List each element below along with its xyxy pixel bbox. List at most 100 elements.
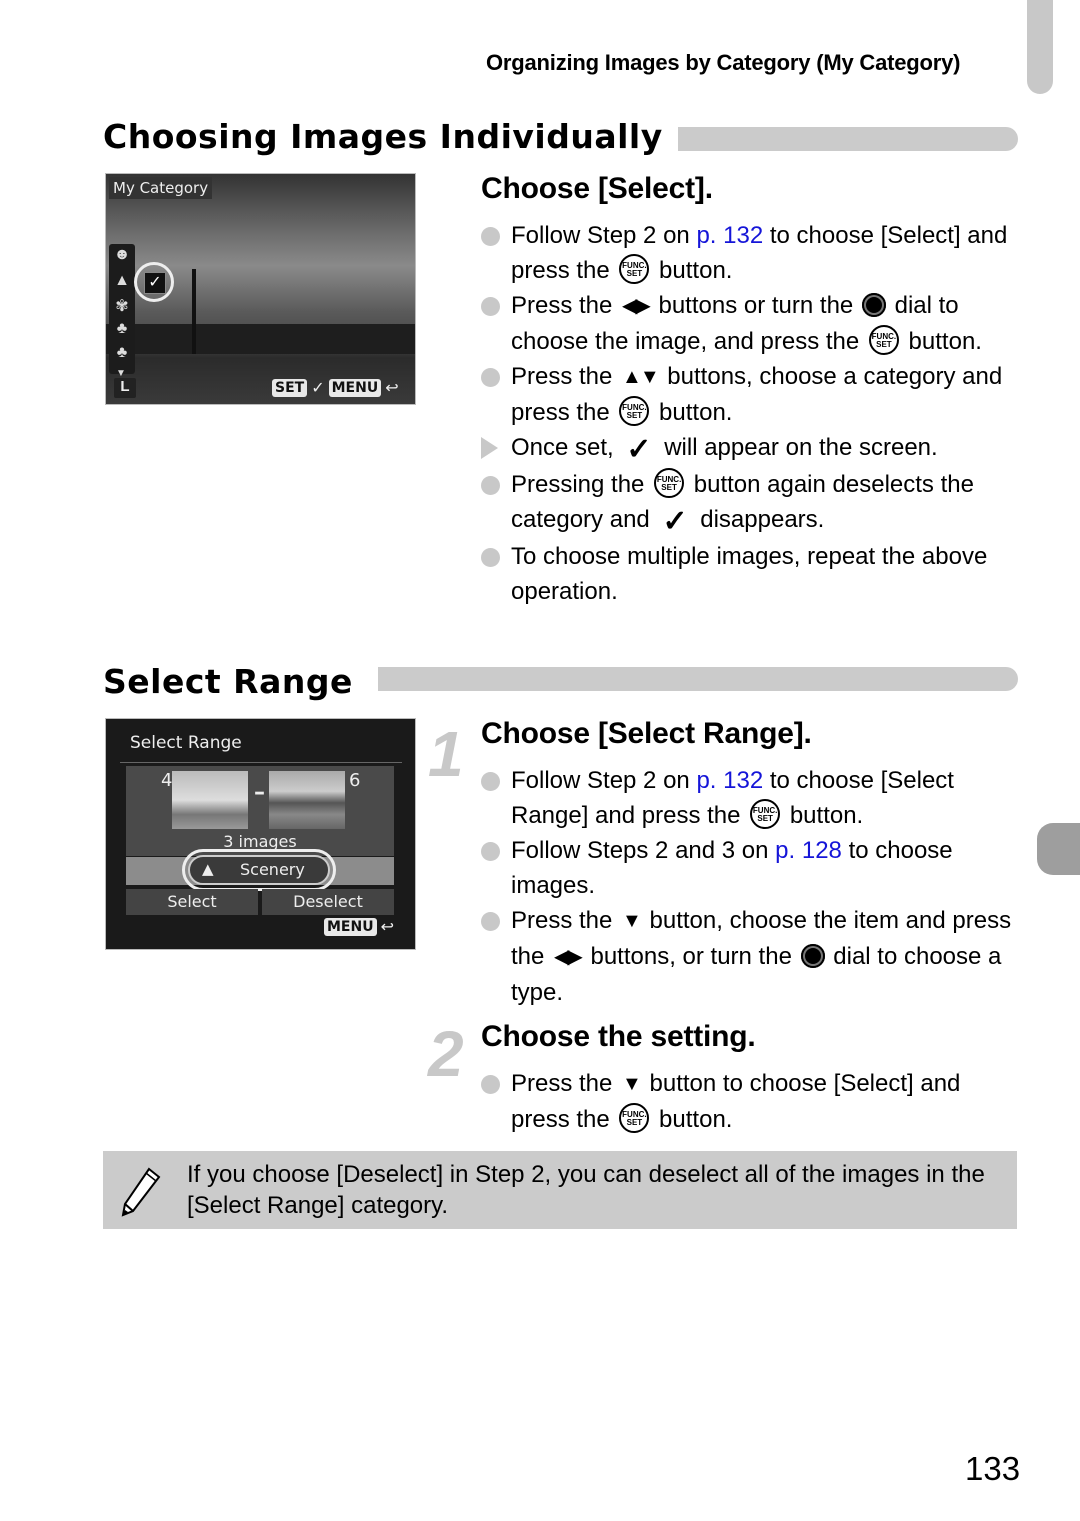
bullet-icon: [481, 227, 500, 246]
screen-controls: MENU ↩: [324, 917, 394, 936]
set-label: SET: [626, 1118, 643, 1127]
scenery-icon: ▲: [114, 272, 130, 289]
menu-button-label: MENU: [328, 378, 382, 397]
divider: [120, 762, 402, 763]
step-heading-choose-select-range: Choose [Select Range].: [481, 717, 812, 750]
step-number-1: 1: [428, 718, 464, 790]
bullet-text: button.: [901, 328, 982, 355]
camera-screen-select-range: Select Range 4 – 6 3 images ▲ Scenery Se…: [105, 718, 416, 950]
result-arrow-icon: [481, 437, 498, 459]
func-set-button-icon: FUNC. SET: [619, 254, 650, 284]
bullet-icon: [481, 1075, 500, 1094]
bullet-text: button.: [783, 802, 864, 829]
checkmark-icon: ✓: [626, 433, 652, 466]
bullet-text: Press the: [511, 1070, 620, 1097]
screen-controls: SET ✓ MENU ↩: [272, 378, 399, 397]
checkmark-icon: ✓: [144, 272, 166, 294]
deselect-option: Deselect: [262, 889, 394, 915]
bullet-text: button.: [652, 399, 733, 426]
bullet-text: Press the: [511, 363, 620, 390]
bullet-text: buttons or turn the: [651, 292, 860, 319]
bullet-icon: [481, 476, 500, 495]
check-label: ✓: [311, 378, 325, 397]
bullet-item: Press the ▼ button, choose the item and …: [480, 903, 1025, 1010]
page-link[interactable]: p. 132: [696, 222, 763, 249]
menu-button-label: MENU: [324, 917, 377, 936]
bullet-text: Pressing the: [511, 471, 652, 498]
image-size-icon: L: [114, 378, 136, 398]
bullet-item: Press the ▲▼ buttons, choose a category …: [480, 359, 1025, 430]
chapter-tab-top: [1027, 0, 1053, 94]
bullet-icon: [481, 842, 500, 861]
bullet-item: Pressing the FUNC. SET button again desel…: [480, 467, 1025, 539]
bullet-icon: [481, 297, 500, 316]
set-label: SET: [876, 340, 892, 349]
section-title-bar: [678, 127, 1018, 151]
category-label: Scenery: [240, 860, 305, 879]
step-heading-choose-select: Choose [Select].: [481, 172, 713, 205]
section-title-select-range: Select Range: [103, 662, 353, 701]
left-right-buttons-icon: ◀▶: [622, 295, 651, 317]
chapter-tab-side: [1037, 823, 1080, 875]
func-set-button-icon: FUNC. SET: [750, 799, 781, 829]
tower-image: [192, 269, 196, 354]
note-text: If you choose [Deselect] in Step 2, you …: [187, 1161, 985, 1219]
start-number: 4: [161, 770, 173, 791]
bullet-text: Follow Step 2 on: [511, 222, 697, 249]
func-set-button-icon: FUNC. SET: [654, 468, 685, 498]
running-title: Organizing Images by Category (My Catego…: [486, 50, 961, 75]
bullet-text: will appear on the screen.: [657, 434, 938, 461]
bullet-list-step1: Follow Step 2 on p. 132 to choose [Selec…: [480, 763, 1025, 1010]
left-right-buttons-icon: ◀▶: [554, 946, 583, 968]
bullet-text: Press the: [511, 907, 620, 934]
down-button-icon: ▼: [622, 910, 642, 932]
back-icon: ↩: [385, 378, 399, 397]
back-icon: ↩: [380, 917, 394, 936]
section-title-choosing-individually: Choosing Images Individually: [103, 117, 663, 156]
set-label: SET: [626, 269, 643, 278]
bullet-text: button.: [652, 1106, 733, 1133]
bullet-item: Follow Steps 2 and 3 on p. 128 to choose…: [480, 833, 1025, 903]
bullet-text: disappears.: [693, 506, 825, 533]
up-down-buttons-icon: ▲▼: [622, 366, 660, 388]
bullet-list-section1: Follow Step 2 on p. 132 to choose [Selec…: [480, 218, 1025, 609]
page-link[interactable]: p. 132: [696, 767, 763, 794]
bullet-text: Follow Steps 2 and 3 on: [511, 837, 776, 864]
bullet-item: To choose multiple images, repeat the ab…: [480, 539, 1025, 609]
bullet-item: Press the ◀▶ buttons or turn the dial to…: [480, 288, 1025, 359]
step-number-2: 2: [428, 1018, 464, 1090]
people-icon: ☻: [113, 246, 131, 263]
page-link[interactable]: p. 128: [775, 837, 842, 864]
set-label: SET: [757, 814, 773, 823]
bullet-icon: [481, 912, 500, 931]
checkmark-icon: ✓: [662, 505, 688, 538]
set-label: SET: [626, 411, 643, 420]
bullet-list-step2: Press the ▼ button to choose [Select] an…: [480, 1066, 1025, 1137]
bullet-item: Once set, ✓ will appear on the screen.: [480, 430, 1025, 467]
bullet-item: Follow Step 2 on p. 132 to choose [Selec…: [480, 763, 1025, 833]
set-button-label: SET: [272, 378, 308, 397]
page-number: 133: [965, 1450, 1021, 1487]
bullet-icon: [481, 548, 500, 567]
scenery-icon: ▲: [202, 860, 214, 878]
control-dial-icon: [861, 293, 886, 317]
bullet-text: button.: [652, 257, 733, 284]
bullet-icon: [481, 368, 500, 387]
category-1-icon: ♣: [116, 320, 128, 337]
pencil-icon: [121, 1167, 161, 1217]
control-dial-icon: [800, 944, 825, 968]
select-option: Select: [126, 889, 258, 915]
category-selector: ▲ Scenery: [188, 855, 330, 885]
category-strip: ☻ ▲ ✾ ♣ ♣: [109, 244, 135, 374]
start-thumbnail: [172, 771, 248, 829]
range-dash: –: [254, 780, 265, 805]
bullet-text: buttons, or turn the: [583, 943, 799, 970]
func-set-button-icon: FUNC. SET: [619, 396, 650, 426]
events-icon: ✾: [115, 298, 129, 315]
bullet-item: Follow Step 2 on p. 132 to choose [Selec…: [480, 218, 1025, 288]
func-set-button-icon: FUNC. SET: [619, 1103, 650, 1133]
range-panel: 4 – 6 3 images: [126, 766, 394, 856]
set-label: SET: [661, 483, 677, 492]
down-button-icon: ▼: [622, 1073, 642, 1095]
bullet-text: Once set,: [511, 434, 621, 461]
